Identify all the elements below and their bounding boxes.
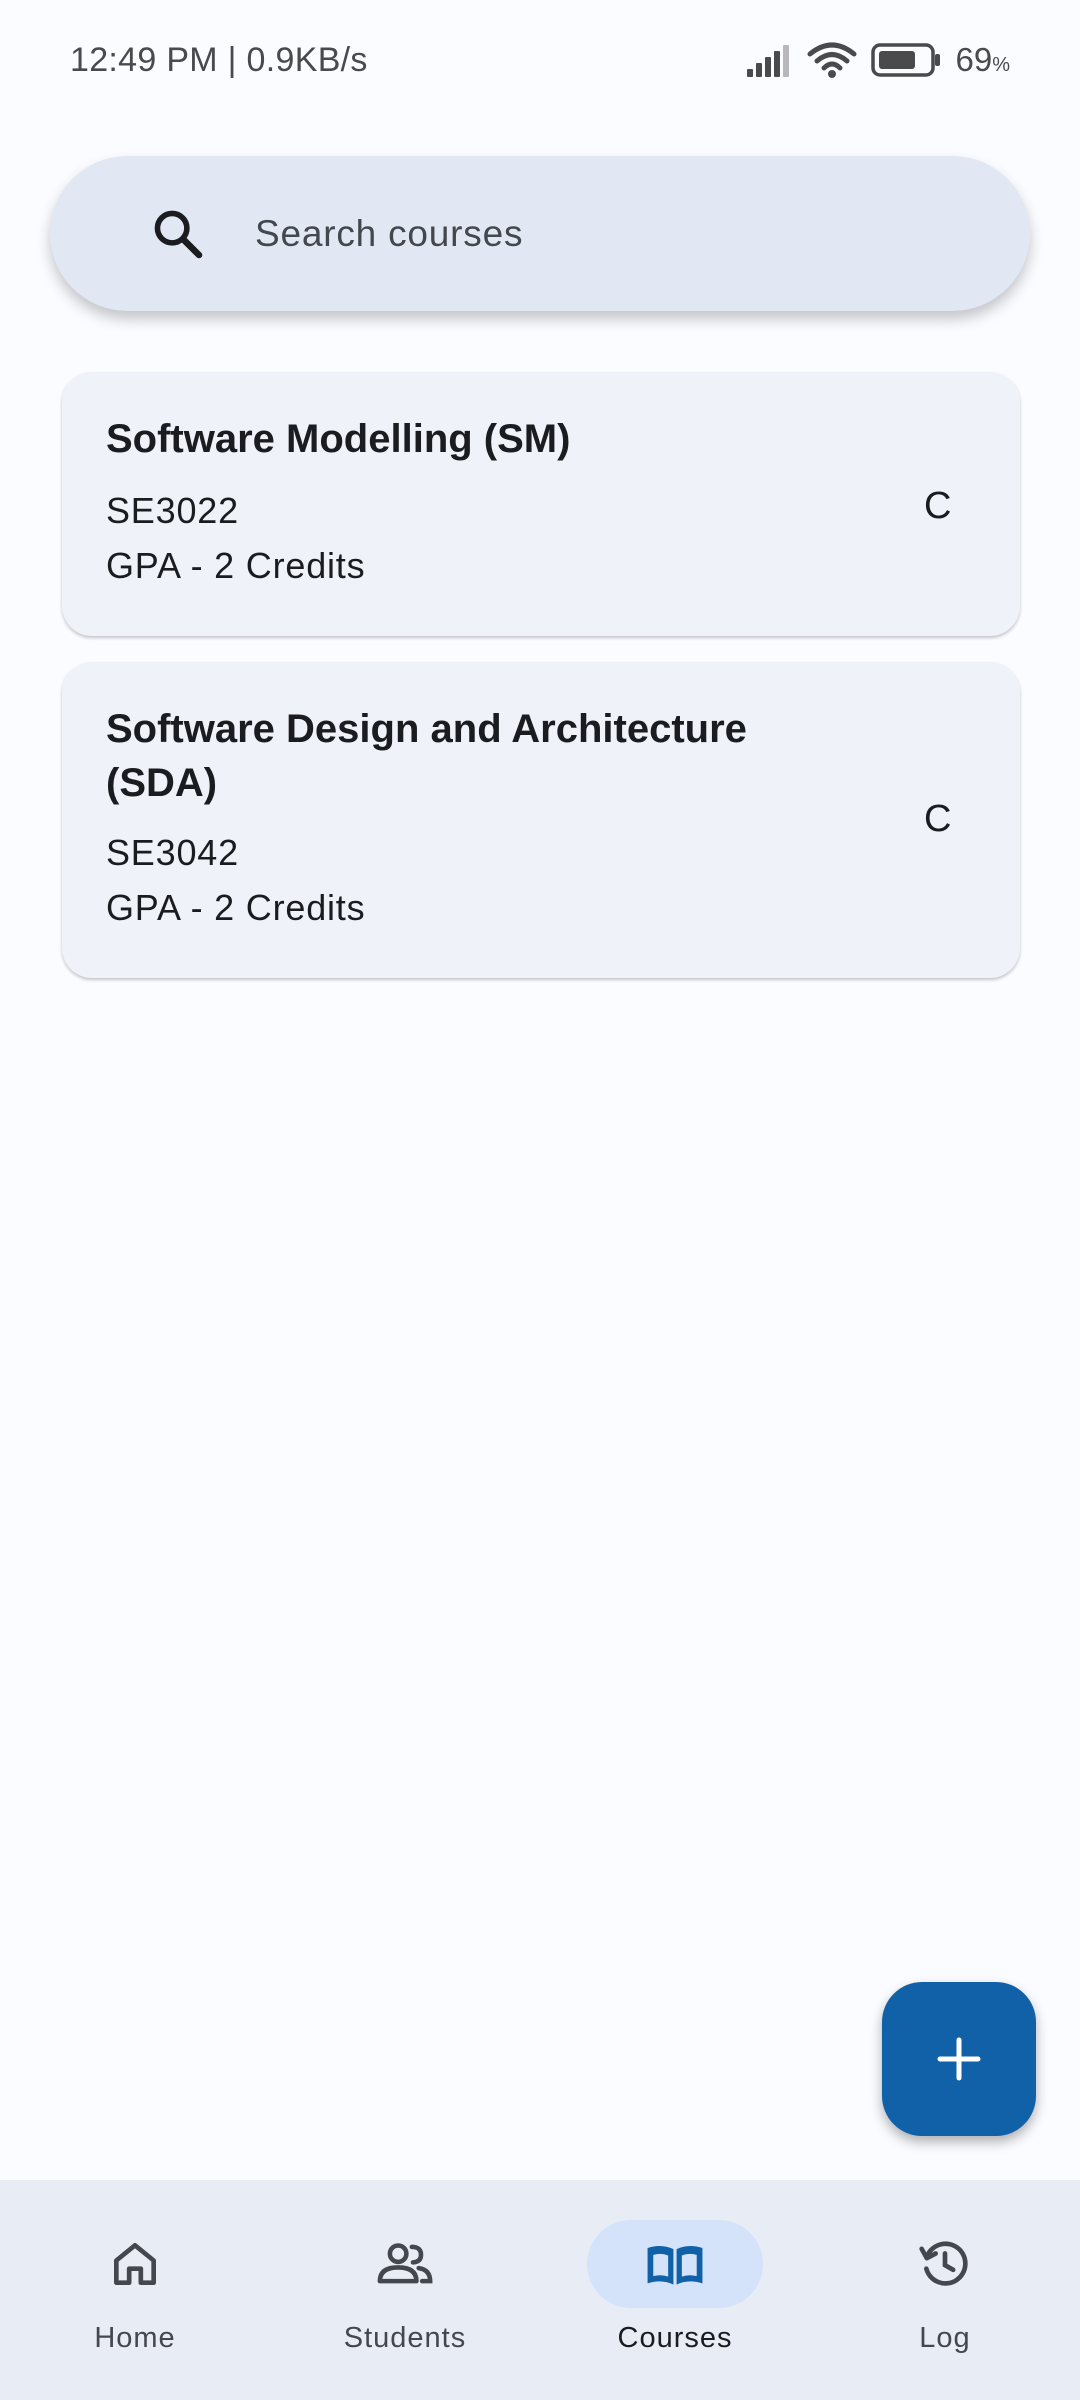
history-icon bbox=[919, 2241, 968, 2286]
course-code: SE3042 bbox=[106, 832, 239, 873]
course-grade: C bbox=[924, 798, 952, 840]
course-card[interactable]: Software Modelling (SM) SE3022 GPA - 2 C… bbox=[62, 372, 1020, 636]
status-time-speed: 12:49 PM | 0.9KB/s bbox=[70, 40, 368, 79]
nav-pill bbox=[857, 2220, 1033, 2308]
nav-label: Students bbox=[343, 2322, 467, 2354]
battery-percent: 69% bbox=[955, 41, 1010, 78]
course-title: Software Design and Architecture (SDA) bbox=[106, 707, 747, 805]
add-icon bbox=[937, 2037, 981, 2081]
battery-icon bbox=[871, 43, 941, 77]
nav-item-log[interactable]: Log bbox=[845, 2220, 1045, 2370]
add-course-button[interactable] bbox=[882, 1982, 1036, 2136]
home-icon bbox=[114, 2243, 157, 2285]
course-card[interactable]: Software Design and Architecture (SDA) S… bbox=[62, 662, 1020, 978]
search-input[interactable] bbox=[255, 196, 955, 272]
course-credits: GPA - 2 Credits bbox=[106, 887, 366, 928]
nav-label: Home bbox=[94, 2322, 176, 2354]
course-code: SE3022 bbox=[106, 490, 239, 531]
wifi-icon bbox=[807, 42, 857, 78]
nav-pill bbox=[47, 2220, 223, 2308]
course-credits: GPA - 2 Credits bbox=[106, 545, 366, 586]
bottom-navigation: Home Students Courses Log bbox=[0, 2180, 1080, 2400]
search-icon[interactable] bbox=[150, 206, 206, 262]
course-grade: C bbox=[924, 485, 952, 527]
search-bar[interactable] bbox=[50, 156, 1030, 311]
nav-pill-active bbox=[587, 2220, 763, 2308]
nav-item-students[interactable]: Students bbox=[305, 2220, 505, 2370]
nav-item-home[interactable]: Home bbox=[35, 2220, 235, 2370]
course-title: Software Modelling (SM) bbox=[106, 417, 571, 461]
nav-label: Log bbox=[919, 2322, 971, 2354]
nav-pill bbox=[317, 2220, 493, 2308]
status-icons: 69% bbox=[745, 41, 1010, 79]
nav-label: Courses bbox=[617, 2322, 733, 2354]
book-icon bbox=[647, 2245, 703, 2285]
status-bar: 12:49 PM | 0.9KB/s 69% bbox=[0, 0, 1080, 120]
people-icon bbox=[377, 2243, 433, 2284]
nav-item-courses[interactable]: Courses bbox=[575, 2220, 775, 2370]
signal-icon bbox=[747, 45, 790, 77]
